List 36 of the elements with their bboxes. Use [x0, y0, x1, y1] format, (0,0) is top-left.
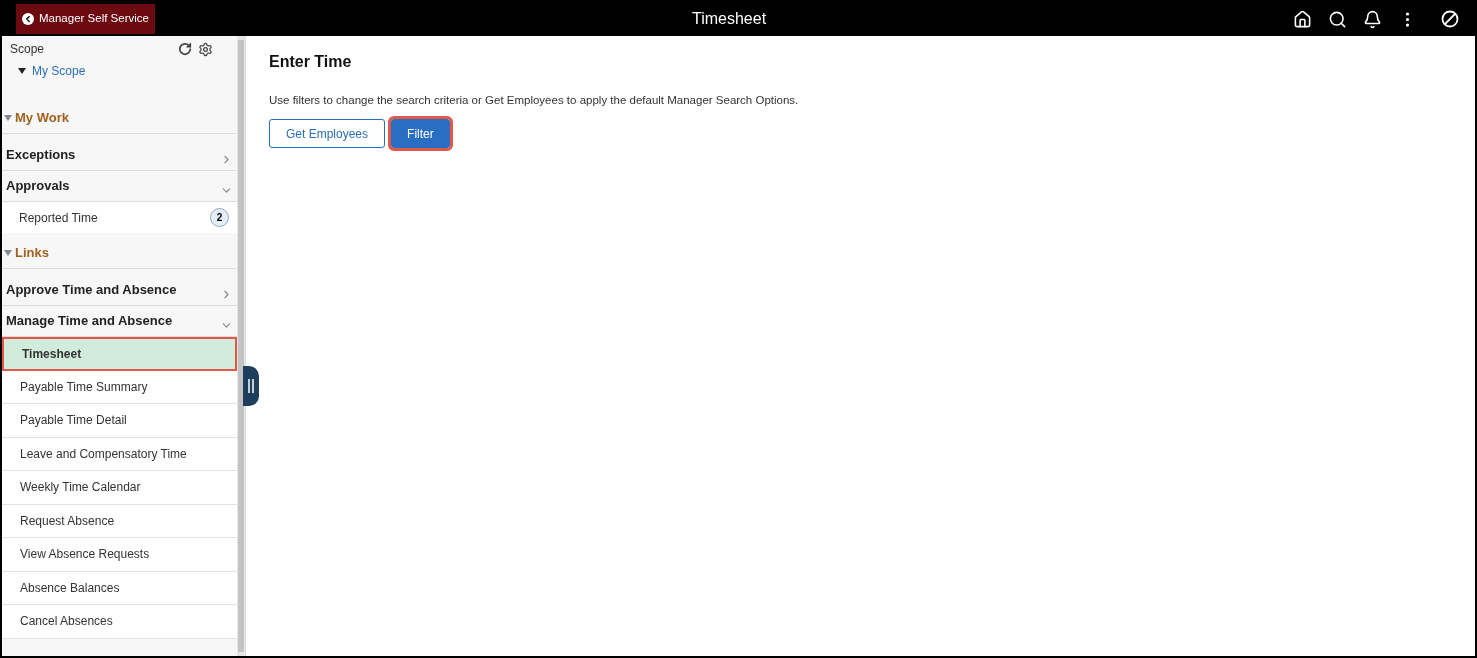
home-icon[interactable]	[1293, 9, 1312, 29]
page-heading: Enter Time	[269, 52, 353, 72]
refresh-icon[interactable]	[178, 42, 192, 56]
settings-icon[interactable]	[198, 41, 213, 57]
section-title: My Work	[15, 108, 69, 127]
bell-icon[interactable]	[1363, 9, 1382, 29]
nav-link[interactable]: Request Absence	[2, 504, 237, 538]
nav-link[interactable]: Timesheet	[2, 337, 237, 371]
collapse-handle[interactable]	[243, 366, 259, 406]
search-icon[interactable]	[1328, 9, 1347, 29]
nav-link[interactable]: Leave and Compensatory Time	[2, 437, 237, 471]
filter-button[interactable]: Filter	[391, 119, 450, 149]
section-title: Links	[15, 243, 49, 262]
back-icon	[22, 13, 34, 25]
nav-link[interactable]: Payable Time Detail	[2, 404, 237, 438]
count-badge: 2	[210, 208, 229, 227]
instructions-text: Use filters to change the search criteria or Get Employees to apply the default Manager Search Options.	[269, 93, 800, 108]
group-label: Manage Time and Absence	[6, 312, 173, 331]
nav-link[interactable]: Absence Balances	[2, 571, 237, 605]
no-entry-icon[interactable]	[1441, 10, 1459, 28]
group-label: Exceptions	[6, 146, 76, 165]
back-button[interactable]: Manager Self Service	[16, 4, 155, 34]
nav-link[interactable]: Weekly Time Calendar	[2, 471, 237, 505]
group-label: Approvals	[6, 177, 70, 196]
nav-item[interactable]: Reported Time 2	[2, 202, 237, 233]
nav-link[interactable]: Cancel Absences	[2, 605, 237, 639]
scope-link[interactable]: My Scope	[32, 62, 86, 80]
page-title: Timesheet	[692, 9, 767, 29]
item-label: Reported Time	[19, 209, 98, 227]
get-employees-button[interactable]: Get Employees	[269, 119, 386, 149]
scope-label: Scope	[10, 41, 45, 58]
scrollbar-thumb[interactable]	[238, 40, 244, 652]
group-label: Approve Time and Absence	[6, 281, 177, 300]
nav-link[interactable]: Payable Time Summary	[2, 370, 237, 404]
nav-link[interactable]: View Absence Requests	[2, 538, 237, 572]
pause-icon	[248, 379, 254, 393]
